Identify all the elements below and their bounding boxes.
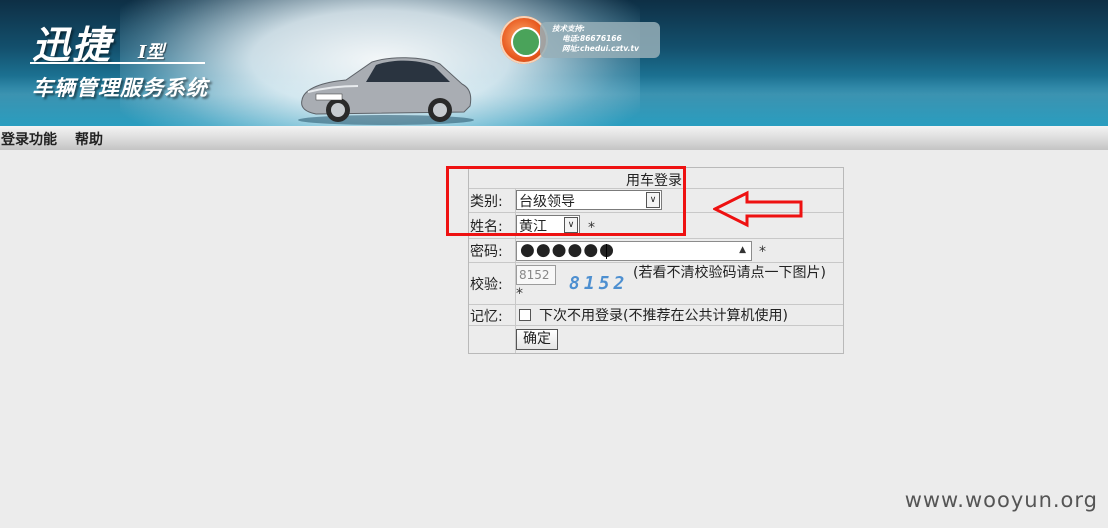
annotation-arrow-icon [713,190,803,228]
car-image [298,57,474,125]
remember-label-cell: 记忆: [469,305,516,325]
password-row: 密码: ●●●●●● ▲ * [469,239,843,263]
submit-label-cell [469,326,516,353]
support-info: 技术支持: 电话:86676166 网址:chedui.cztv.tv [552,24,639,54]
menu-bar: 登录功能 帮助 [0,126,1108,150]
menu-help[interactable]: 帮助 [75,129,103,149]
submit-row: 确定 [469,326,843,353]
verify-label-cell: 校验: [469,263,516,304]
captcha-image[interactable]: 8152 [569,273,635,295]
logo-subtitle: 车辆管理服务系统 [32,76,208,100]
logo-underline [30,62,205,64]
password-mask: ●●●●●● [520,240,616,260]
support-site: 网址:chedui.cztv.tv [562,44,639,53]
required-mark: * [759,244,766,260]
password-input[interactable]: ●●●●●● ▲ [516,240,752,261]
required-mark: * [516,286,523,302]
verify-label: 校验: [470,277,503,293]
support-phone: 电话:86676166 [562,34,622,43]
menu-login[interactable]: 登录功能 [1,129,57,149]
remember-text: 下次不用登录(不推荐在公共计算机使用) [539,308,788,324]
password-label: 密码: [470,244,503,260]
logo-title: 迅捷 [32,22,113,67]
remember-row: 记忆: 下次不用登录(不推荐在公共计算机使用) [469,305,843,326]
remember-checkbox[interactable] [519,309,531,321]
submit-button[interactable]: 确定 [516,329,558,350]
text-cursor [606,244,607,259]
verify-row: 校验: 8152 * 8152 (若看不清校验码请点一下图片) [469,263,843,305]
watermark: www.wooyun.org [904,488,1098,512]
captcha-note: (若看不清校验码请点一下图片) [633,265,826,281]
support-title: 技术支持: [552,24,585,33]
reveal-password-icon[interactable]: ▲ [739,245,746,255]
annotation-highlight-box [446,166,686,236]
logo-model: I型 [138,42,165,63]
header-banner: 迅捷 I型 车辆管理服务系统 技术支持: 电话:86676166 网址:ched… [0,0,1108,126]
remember-label: 记忆: [470,309,503,325]
password-label-cell: 密码: [469,239,516,262]
verify-code-input[interactable]: 8152 [516,265,556,285]
